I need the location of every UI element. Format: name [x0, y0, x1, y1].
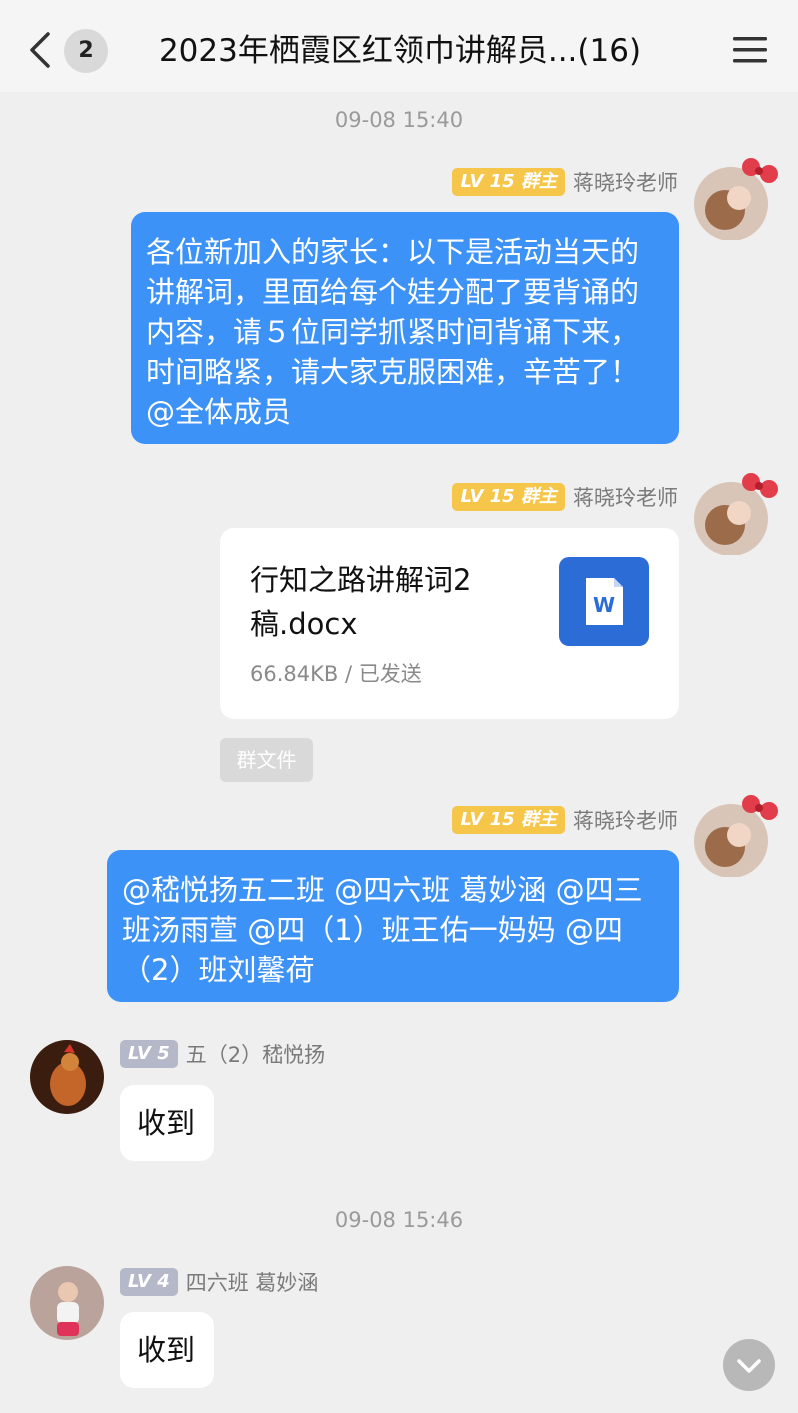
- back-arrow-icon[interactable]: [26, 30, 56, 70]
- member-avatar[interactable]: [30, 1040, 104, 1114]
- unread-count-badge[interactable]: 2: [64, 29, 108, 73]
- level-badge: LV 4: [120, 1268, 178, 1296]
- group-title[interactable]: 2023年栖霞区红领巾讲解员...(16): [130, 26, 670, 76]
- sender-info: LV 4 四六班 葛妙涵: [120, 1267, 318, 1297]
- message-timestamp: 09-08 15:46: [334, 1208, 464, 1232]
- scroll-to-bottom-button[interactable]: [723, 1339, 775, 1391]
- teacher-avatar[interactable]: [693, 473, 778, 557]
- group-file-tag[interactable]: 群文件: [220, 738, 313, 782]
- menu-icon[interactable]: [733, 34, 767, 66]
- sender-info: LV 15 群主 蒋晓玲老师: [452, 805, 678, 835]
- sender-info: LV 5 五（2）嵇悦扬: [120, 1039, 325, 1069]
- chevron-down-icon: [737, 1359, 761, 1373]
- sender-name: 蒋晓玲老师: [573, 809, 678, 833]
- teacher-avatar[interactable]: [693, 795, 778, 879]
- sender-name: 五（2）嵇悦扬: [185, 1043, 326, 1067]
- message-bubble[interactable]: 收到: [120, 1312, 214, 1388]
- sender-name: 蒋晓玲老师: [573, 171, 678, 195]
- teacher-avatar[interactable]: [693, 158, 778, 242]
- word-doc-icon: W: [559, 557, 649, 646]
- sender-info: LV 15 群主 蒋晓玲老师: [452, 482, 678, 512]
- message-bubble[interactable]: 各位新加入的家长：以下是活动当天的讲解词，里面给每个娃分配了要背诵的内容，请５位…: [131, 212, 679, 444]
- member-avatar[interactable]: [30, 1266, 104, 1340]
- message-bubble[interactable]: 收到: [120, 1085, 214, 1161]
- message-bubble[interactable]: @嵇悦扬五二班 @四六班 葛妙涵 @四三班汤雨萱 @四（1）班王佑一妈妈 @四（…: [107, 850, 679, 1002]
- svg-text:W: W: [593, 593, 615, 617]
- sender-info: LV 15 群主 蒋晓玲老师: [452, 167, 678, 197]
- message-timestamp: 09-08 15:40: [334, 108, 464, 132]
- level-badge: LV 15 群主: [452, 483, 565, 511]
- level-badge: LV 15 群主: [452, 806, 565, 834]
- chat-header: 2 2023年栖霞区红领巾讲解员...(16): [0, 0, 798, 92]
- sender-name: 四六班 葛妙涵: [185, 1271, 319, 1295]
- level-badge: LV 5: [120, 1040, 178, 1068]
- sender-name: 蒋晓玲老师: [573, 486, 678, 510]
- file-message-card[interactable]: 行知之路讲解词2稿.docx 66.84KB / 已发送 W: [220, 528, 679, 719]
- level-badge: LV 15 群主: [452, 168, 565, 196]
- file-meta: 66.84KB / 已发送: [250, 662, 422, 686]
- file-name: 行知之路讲解词2稿.docx: [250, 563, 472, 641]
